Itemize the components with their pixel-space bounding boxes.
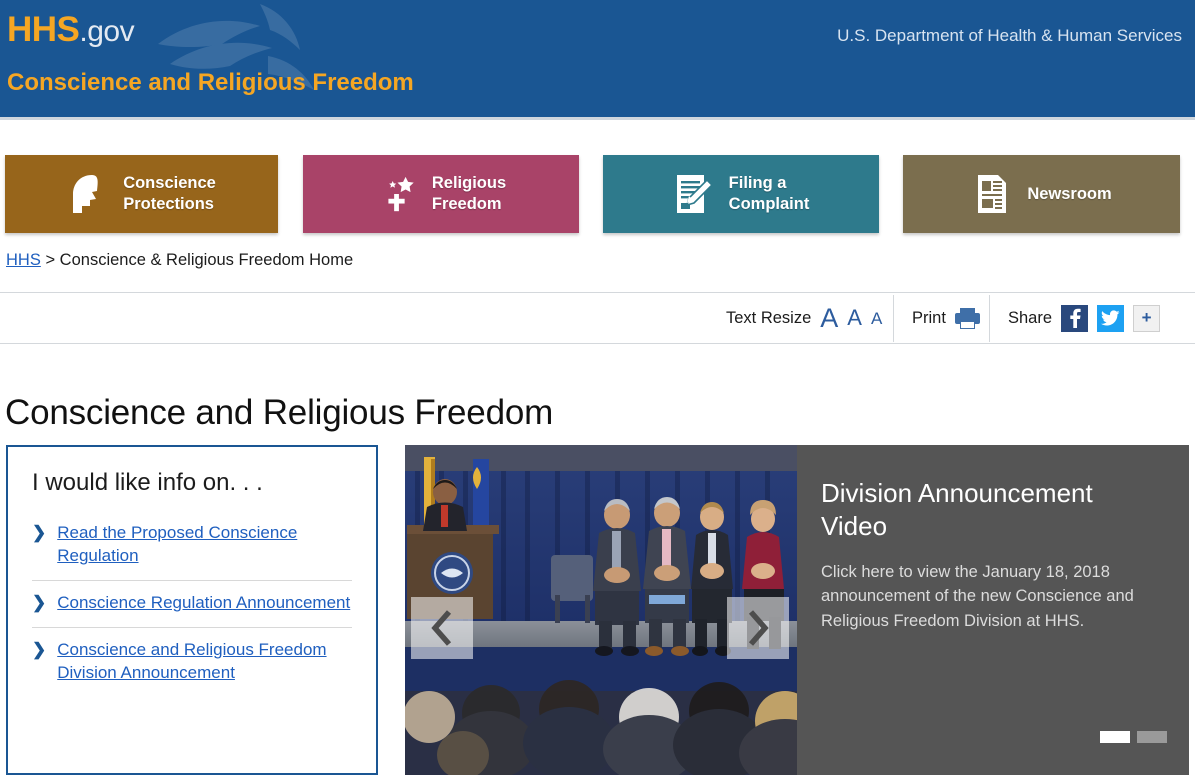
info-card-title: I would like info on. . . — [32, 469, 263, 496]
logo-hhs-text: HHS — [7, 10, 80, 49]
text-resize-label: Text Resize — [726, 308, 812, 327]
text-resize-medium-button[interactable]: A — [847, 307, 862, 329]
chevron-left-icon — [431, 610, 452, 646]
nav-tile-label: Filing a Complaint — [729, 173, 810, 214]
nav-tile-label: Religious Freedom — [432, 173, 506, 214]
carousel: Division Announcement Video Click here t… — [405, 445, 1189, 775]
info-link[interactable]: Conscience and Religious Freedom Divisio… — [57, 639, 352, 685]
nav-tile-label-line1: Newsroom — [1027, 184, 1112, 203]
nav-tile-label-line1: Religious — [431, 174, 507, 193]
chevron-right-icon: ❯ — [32, 523, 47, 542]
religious-symbols-icon — [376, 171, 418, 217]
share-control: Share + — [994, 293, 1174, 343]
utility-bar: Text Resize A A A Print Share + — [0, 292, 1195, 344]
list-item[interactable]: ❯ Conscience and Religious Freedom Divis… — [32, 628, 352, 697]
carousel-pagination-dot-2[interactable] — [1137, 731, 1167, 743]
nav-tile-label-line2: Complaint — [728, 195, 810, 213]
site-logo[interactable]: HHS.gov — [7, 10, 135, 49]
nav-tile-label-line2: Protections — [123, 195, 214, 213]
print-control[interactable]: Print — [898, 293, 994, 343]
nav-tile-religious-freedom[interactable]: Religious Freedom — [303, 155, 579, 233]
nav-tile-newsroom[interactable]: Newsroom — [903, 155, 1180, 233]
twitter-share-icon[interactable] — [1097, 304, 1125, 332]
printer-icon[interactable] — [954, 307, 980, 329]
list-item[interactable]: ❯ Conscience Regulation Announcement — [32, 581, 352, 628]
carousel-pagination — [1100, 731, 1167, 743]
breadcrumb-current: Conscience & Religious Freedom Home — [59, 251, 354, 269]
chevron-right-icon: ❯ — [32, 592, 47, 612]
site-header: HHS.gov Conscience and Religious Freedom… — [0, 0, 1195, 117]
text-resize-small-button[interactable]: A — [871, 310, 882, 327]
breadcrumb-separator: > — [45, 251, 56, 269]
more-share-options-button[interactable]: + — [1133, 304, 1161, 332]
newspaper-icon — [971, 171, 1013, 217]
logo-gov-text: .gov — [79, 15, 135, 48]
site-subtitle: Conscience and Religious Freedom — [7, 69, 414, 96]
nav-tile-label-line1: Filing a — [728, 174, 787, 193]
nav-tile-label: Conscience Protections — [123, 173, 216, 214]
breadcrumb-home-link[interactable]: HHS — [6, 251, 41, 269]
nav-tile-label-line2: Freedom — [431, 195, 502, 213]
text-resize-control: Text Resize A A A — [712, 293, 896, 343]
carousel-caption: Division Announcement Video Click here t… — [797, 445, 1189, 775]
carousel-pagination-dot-1[interactable] — [1100, 731, 1130, 743]
info-link[interactable]: Read the Proposed Conscience Regulation — [57, 522, 352, 568]
page-title: Conscience and Religious Freedom — [5, 393, 554, 433]
info-card: I would like info on. . . ❯ Read the Pro… — [6, 445, 378, 775]
document-pencil-icon — [673, 171, 715, 217]
chevron-right-icon: ❯ — [32, 639, 47, 659]
list-item[interactable]: ❯ Read the Proposed Conscience Regulatio… — [32, 511, 352, 581]
head-profile-icon — [67, 171, 109, 217]
nav-tile-conscience-protections[interactable]: Conscience Protections — [5, 155, 278, 233]
carousel-image[interactable] — [405, 445, 797, 775]
carousel-caption-body: Click here to view the January 18, 2018 … — [821, 562, 1134, 631]
text-resize-large-button[interactable]: A — [820, 304, 838, 332]
share-label: Share — [1008, 308, 1053, 327]
carousel-prev-button[interactable] — [411, 597, 473, 659]
nav-tile-filing-a-complaint[interactable]: Filing a Complaint — [603, 155, 879, 233]
department-name: U.S. Department of Health & Human Servic… — [837, 26, 1182, 45]
chevron-right-icon — [748, 610, 769, 646]
facebook-share-icon[interactable] — [1061, 304, 1089, 332]
info-link[interactable]: Conscience Regulation Announcement — [57, 592, 350, 615]
print-label: Print — [912, 308, 946, 327]
breadcrumb: HHS > Conscience & Religious Freedom Hom… — [6, 251, 353, 270]
carousel-caption-title: Division Announcement Video — [821, 478, 1093, 542]
carousel-next-button[interactable] — [727, 597, 789, 659]
nav-tile-label-line1: Conscience — [123, 174, 216, 193]
info-link-list: ❯ Read the Proposed Conscience Regulatio… — [32, 511, 352, 697]
nav-tile-label: Newsroom — [1027, 184, 1111, 205]
